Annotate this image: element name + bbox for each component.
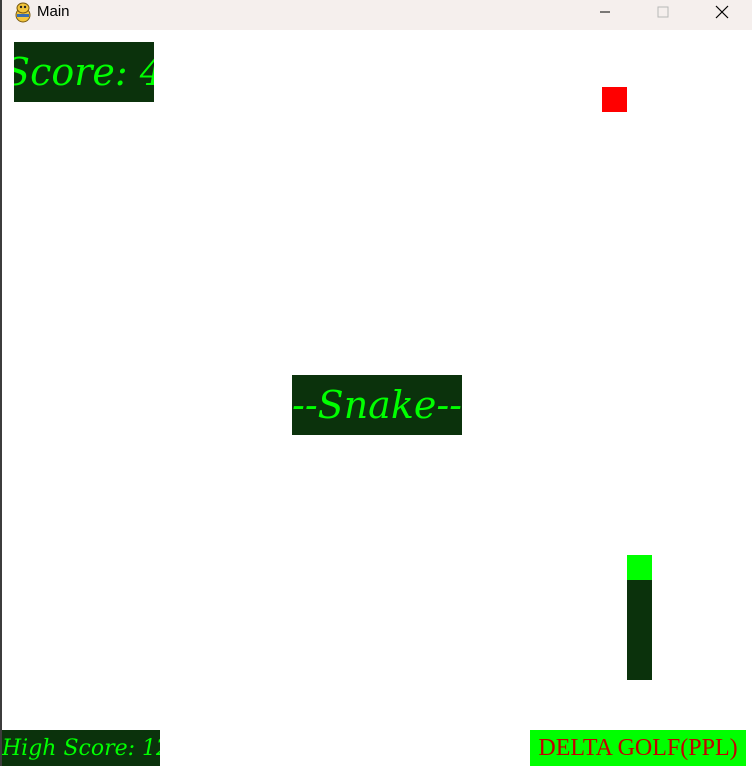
title-bar[interactable]: Main	[2, 0, 752, 30]
close-icon	[715, 5, 729, 24]
high-score-label: High Score: 12	[2, 730, 160, 766]
score-label: Score: 4	[14, 42, 154, 102]
snake-segment	[627, 605, 652, 630]
maximize-icon	[657, 5, 669, 23]
close-button[interactable]	[694, 0, 750, 28]
minimize-button[interactable]	[577, 0, 633, 28]
game-window: Main Score: 4 --Snake-- Hig	[0, 0, 752, 766]
snake-segment	[627, 580, 652, 605]
snake-segment	[627, 630, 652, 655]
game-title-label: --Snake--	[292, 375, 462, 435]
snake-segment	[627, 655, 652, 680]
snake-head	[627, 555, 652, 580]
pygame-snake-icon	[13, 2, 33, 24]
maximize-button[interactable]	[635, 0, 691, 28]
minimize-icon	[599, 5, 611, 23]
credit-label: DELTA GOLF(PPL)	[530, 730, 746, 766]
window-title: Main	[37, 3, 70, 20]
food-pellet	[602, 87, 627, 112]
game-canvas[interactable]: Score: 4 --Snake-- High Score: 12 DELTA …	[2, 30, 752, 766]
